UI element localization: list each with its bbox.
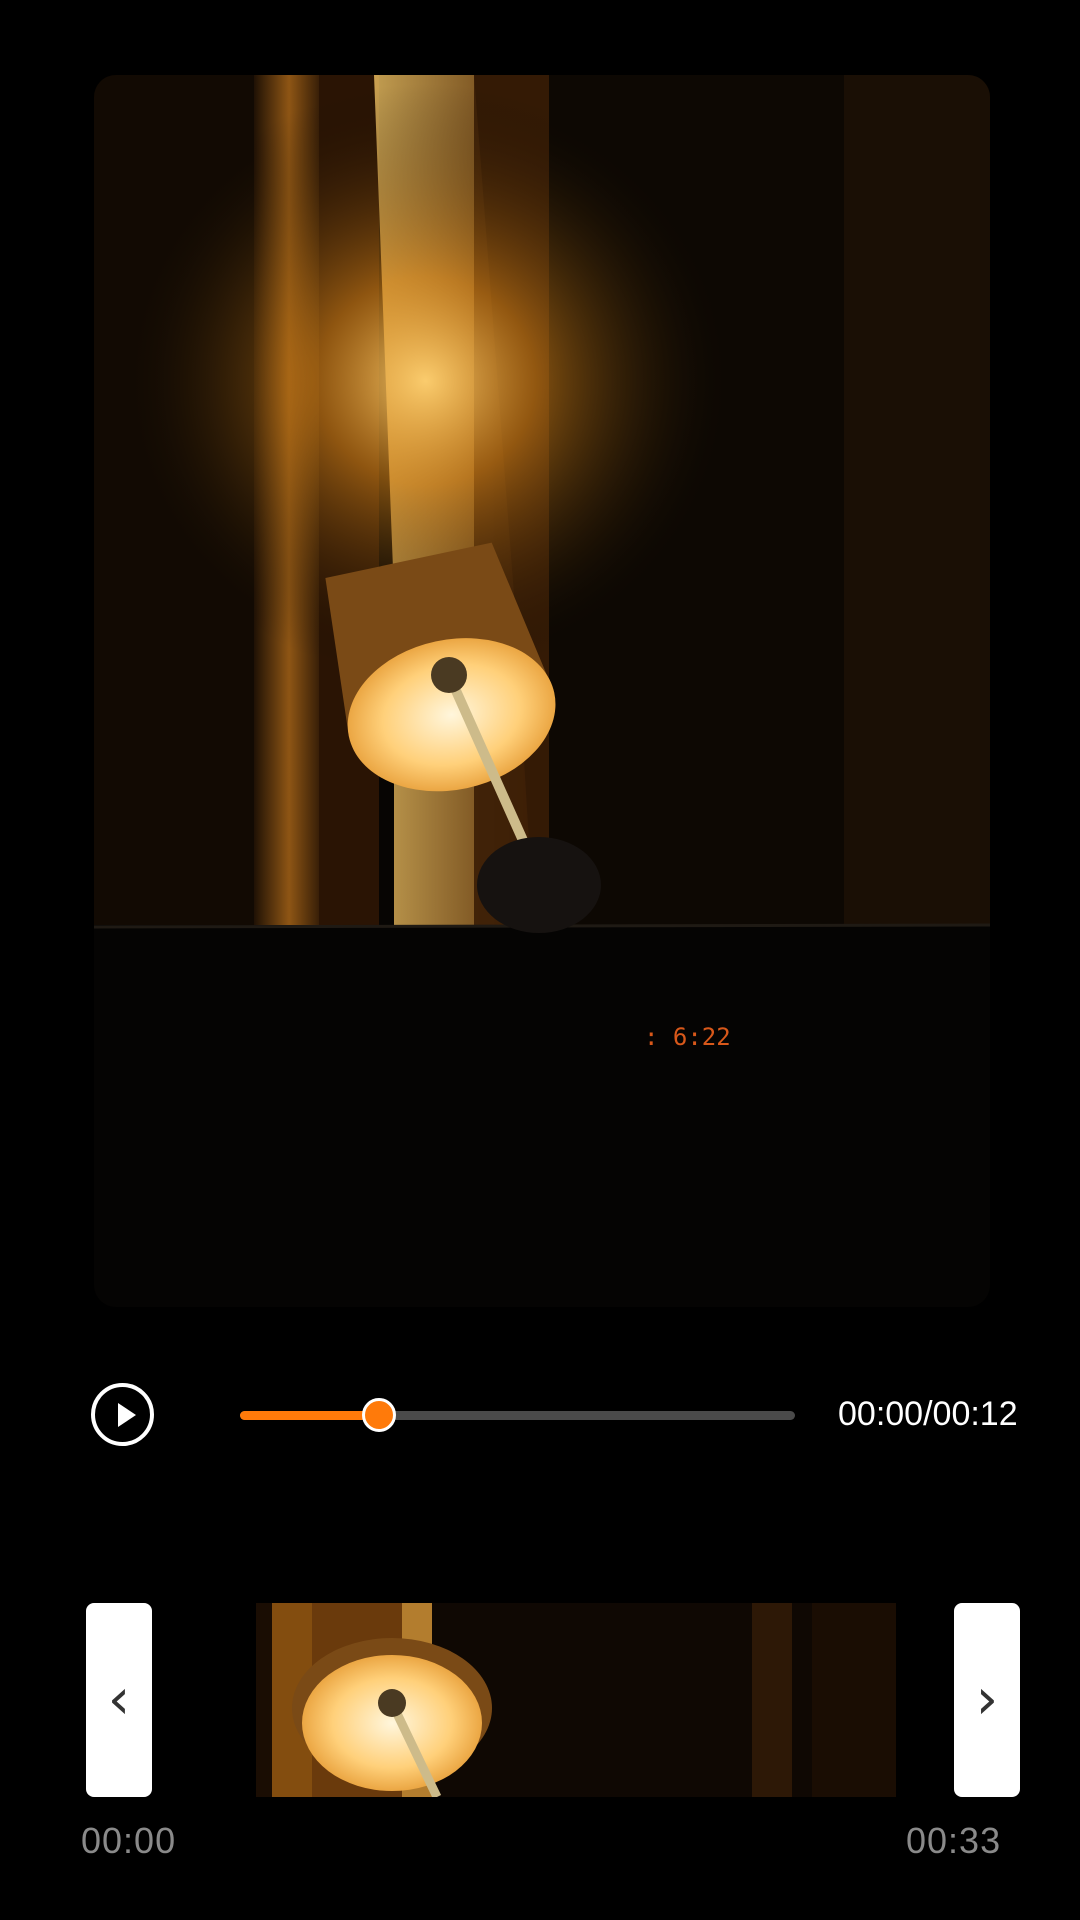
chevron-left-icon: ‹ [107,1667,131,1732]
clock-display: : 6:22 [644,1023,731,1051]
chevron-right-icon: › [975,1667,999,1732]
trim-filmstrip[interactable] [152,1603,954,1797]
filmstrip-frames [152,1603,954,1797]
scrubber-thumb[interactable] [361,1398,396,1432]
video-frame-image: : 6:22 [94,75,990,1307]
trim-handle-right[interactable]: › [954,1603,1020,1797]
video-editor-screen: : 6:22 00:00/00:12 ‹ › 00:00 00:33 [0,0,1080,1920]
trim-handle-left[interactable]: ‹ [86,1603,152,1797]
play-button[interactable] [91,1383,154,1446]
video-preview[interactable]: : 6:22 [94,75,990,1307]
playback-time-readout: 00:00/00:12 [838,1395,1018,1433]
trim-start-time: 00:00 [81,1820,177,1861]
playback-scrubber[interactable] [240,1398,795,1432]
trim-end-time: 00:33 [906,1820,1002,1861]
scrubber-progress-fill [240,1411,379,1420]
play-icon [118,1403,136,1427]
